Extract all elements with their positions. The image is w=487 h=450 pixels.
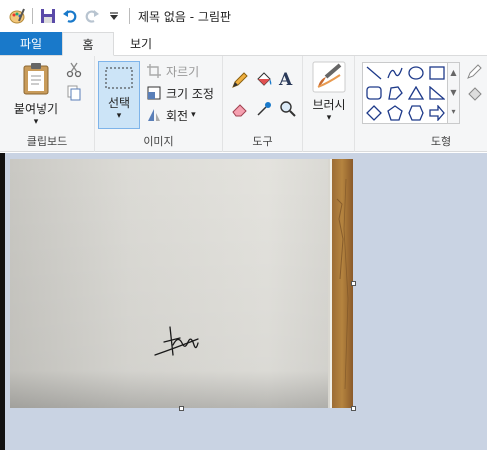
color-picker-icon[interactable] — [255, 100, 273, 121]
copy-icon[interactable] — [66, 85, 82, 104]
hexagon-shape-icon[interactable] — [406, 104, 426, 122]
scroll-up-icon[interactable]: ▲ — [448, 63, 459, 83]
resize-handle-right[interactable] — [351, 281, 356, 286]
rotate-button[interactable]: 회전 ▾ — [145, 105, 196, 125]
image-group: 선택 ▾ 자르기 크기 조정 회전 ▾ 이미지 — [95, 56, 223, 152]
ribbon: 붙여넣기 ▾ 클립보드 선택 ▾ 자르기 크기 조정 회전 ▾ 이미지 A 도구… — [0, 56, 487, 152]
paint-app-icon[interactable] — [6, 5, 28, 27]
paste-button[interactable]: 붙여넣기 ▾ — [10, 62, 62, 127]
chevron-down-icon: ▾ — [326, 113, 332, 123]
resize-handle-corner[interactable] — [351, 406, 356, 411]
redo-icon[interactable] — [81, 5, 103, 27]
brushes-button[interactable]: 브러시 ▾ — [307, 61, 351, 123]
undo-icon[interactable] — [59, 5, 81, 27]
curve-shape-icon[interactable] — [385, 64, 405, 82]
rectangle-shape-icon[interactable] — [427, 64, 447, 82]
rounded-rectangle-shape-icon[interactable] — [364, 84, 384, 102]
pentagon-shape-icon[interactable] — [385, 104, 405, 122]
chevron-down-icon: ▾ — [116, 111, 122, 121]
title-bar: 제목 없음 - 그림판 — [0, 0, 487, 32]
paste-label: 붙여넣기 — [13, 102, 59, 116]
shapes-scrollbar[interactable]: ▲ ▼ ▾ — [448, 62, 460, 124]
fill-bucket-icon[interactable] — [255, 71, 273, 92]
quick-access-toolbar — [0, 0, 134, 32]
right-triangle-shape-icon[interactable] — [427, 84, 447, 102]
right-arrow-shape-icon[interactable] — [427, 104, 447, 122]
window-title: 제목 없음 - 그림판 — [138, 9, 232, 24]
image-group-label: 이미지 — [143, 135, 174, 148]
tab-view[interactable]: 보기 — [114, 32, 168, 55]
triangle-shape-icon[interactable] — [406, 84, 426, 102]
canvas[interactable] — [10, 159, 353, 408]
canvas-photo — [10, 159, 353, 408]
resize-button[interactable]: 크기 조정 — [145, 83, 214, 103]
clipboard-group: 붙여넣기 ▾ 클립보드 — [0, 56, 95, 152]
customize-dropdown-icon[interactable] — [103, 5, 125, 27]
gallery-expand-icon[interactable]: ▾ — [448, 103, 459, 121]
window-edge — [0, 153, 5, 450]
line-shape-icon[interactable] — [364, 64, 384, 82]
resize-label: 크기 조정 — [166, 86, 214, 101]
save-icon[interactable] — [37, 5, 59, 27]
oval-shape-icon[interactable] — [406, 64, 426, 82]
outline-icon[interactable] — [466, 64, 482, 83]
chevron-down-icon: ▾ — [191, 110, 196, 120]
select-label: 선택 — [107, 96, 131, 110]
fill-icon[interactable] — [466, 86, 482, 105]
resize-handle-bottom[interactable] — [179, 406, 184, 411]
pencil-icon[interactable] — [231, 71, 249, 92]
brushes-group: 브러시 ▾ — [303, 56, 355, 152]
polygon-shape-icon[interactable] — [385, 84, 405, 102]
chevron-down-icon: ▾ — [33, 117, 39, 127]
separator — [129, 8, 130, 24]
select-rectangle-icon — [105, 67, 133, 89]
clipboard-group-label: 클립보드 — [26, 135, 68, 148]
rotate-label: 회전 — [166, 108, 189, 123]
tab-home[interactable]: 홈 — [62, 32, 114, 56]
shapes-group-label: 도형 — [430, 135, 452, 148]
diamond-shape-icon[interactable] — [364, 104, 384, 122]
clipboard-icon — [23, 63, 49, 95]
separator — [32, 8, 33, 24]
tab-file[interactable]: 파일 — [0, 32, 62, 55]
cut-icon[interactable] — [66, 62, 82, 81]
resize-icon — [145, 84, 163, 102]
tools-group: A 도구 — [223, 56, 303, 152]
ribbon-tabs: 파일 홈 보기 — [0, 32, 487, 56]
brushes-label: 브러시 — [312, 98, 346, 112]
crop-button[interactable]: 자르기 — [145, 61, 199, 81]
crop-icon — [145, 62, 163, 80]
select-button[interactable]: 선택 ▾ — [98, 61, 140, 129]
magnifier-icon[interactable] — [279, 100, 297, 121]
eraser-icon[interactable] — [231, 100, 249, 121]
rotate-icon — [145, 106, 163, 124]
shapes-gallery — [362, 62, 448, 124]
brush-icon — [312, 61, 346, 93]
text-tool-icon[interactable]: A — [279, 70, 292, 90]
tools-group-label: 도구 — [252, 135, 273, 148]
scroll-down-icon[interactable]: ▼ — [448, 83, 459, 103]
crop-label: 자르기 — [166, 64, 200, 79]
